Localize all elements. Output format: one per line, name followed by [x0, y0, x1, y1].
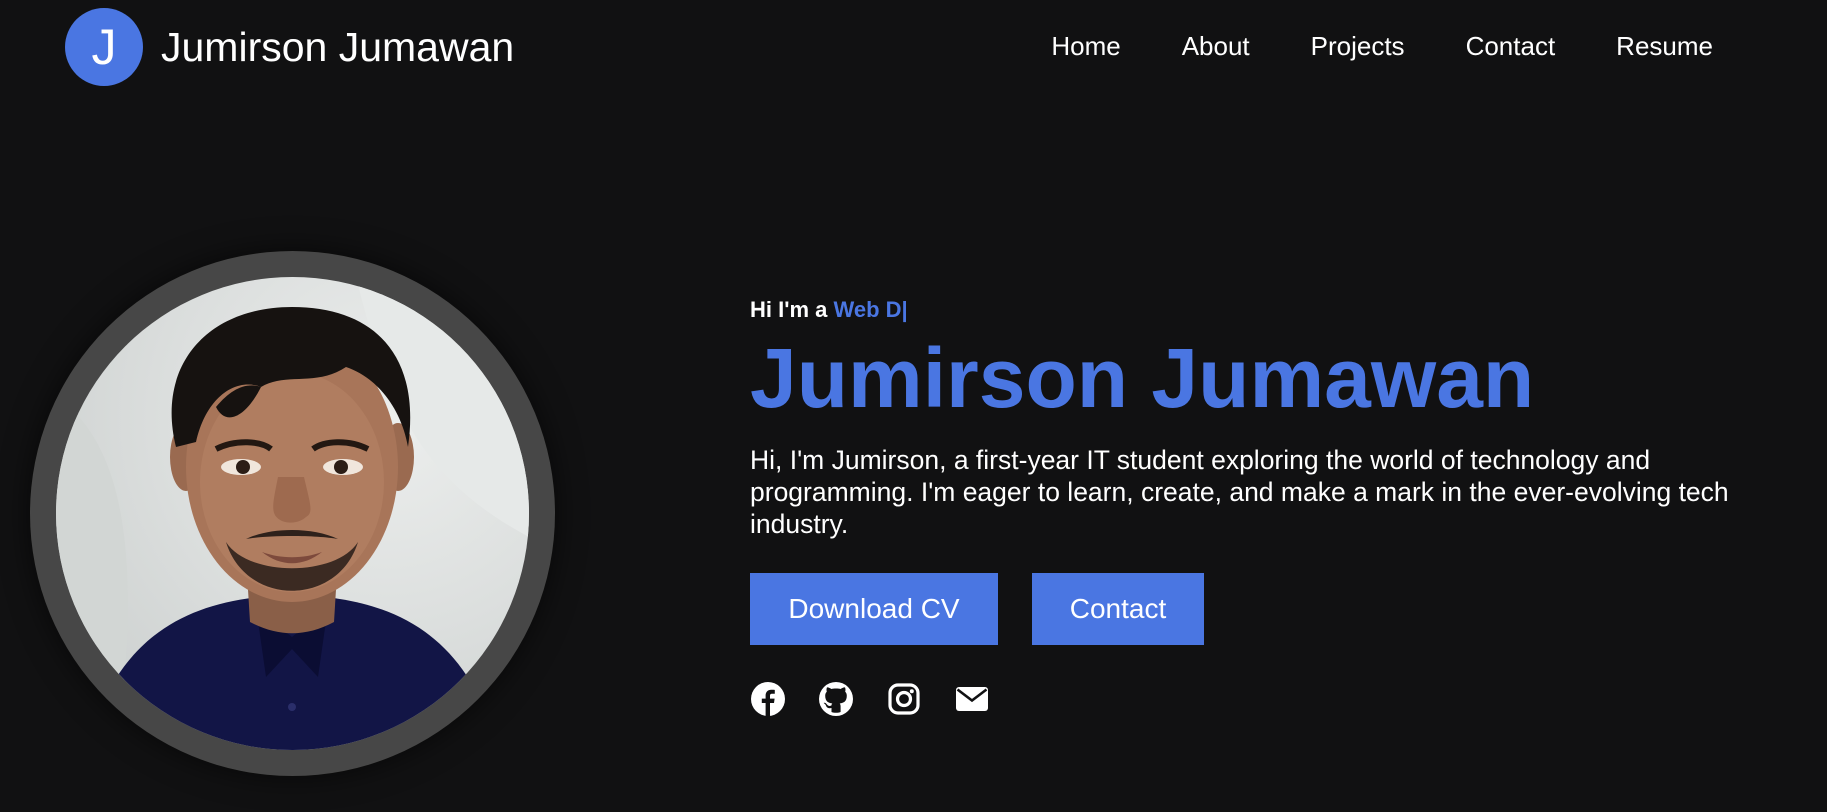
greeting-prefix: Hi I'm a	[750, 297, 834, 322]
hero-buttons: Download CV Contact	[750, 573, 1810, 645]
nav-projects[interactable]: Projects	[1311, 30, 1405, 62]
contact-button[interactable]: Contact	[1032, 573, 1204, 645]
nav-about[interactable]: About	[1182, 30, 1250, 62]
profile-photo-illustration	[56, 277, 529, 750]
page: J Jumirson Jumawan Home About Projects C…	[0, 0, 1827, 812]
nav-home[interactable]: Home	[1051, 30, 1120, 62]
email-icon[interactable]	[954, 681, 990, 717]
download-cv-button[interactable]: Download CV	[750, 573, 998, 645]
logo-name: Jumirson Jumawan	[161, 23, 515, 70]
hero-name: Jumirson Jumawan	[750, 331, 1535, 425]
github-icon[interactable]	[818, 681, 854, 717]
greeting: Hi I'm a Web D|	[750, 296, 1810, 324]
profile-photo	[56, 277, 529, 750]
profile-photo-ring	[30, 251, 555, 776]
logo-circle: J	[65, 8, 143, 86]
social-links	[750, 681, 1810, 717]
instagram-icon[interactable]	[886, 681, 922, 717]
main-nav: Home About Projects Contact Resume	[1051, 30, 1713, 62]
hero-bio: Hi, I'm Jumirson, a first-year IT studen…	[750, 445, 1729, 539]
facebook-icon[interactable]	[750, 681, 786, 717]
nav-contact[interactable]: Contact	[1466, 30, 1556, 62]
logo-link[interactable]: J Jumirson Jumawan	[65, 8, 514, 86]
typed-role: Web D|	[833, 297, 908, 322]
hero-section: Hi I'm a Web D| Jumirson Jumawan Hi, I'm…	[750, 296, 1810, 717]
nav-resume[interactable]: Resume	[1616, 30, 1713, 62]
